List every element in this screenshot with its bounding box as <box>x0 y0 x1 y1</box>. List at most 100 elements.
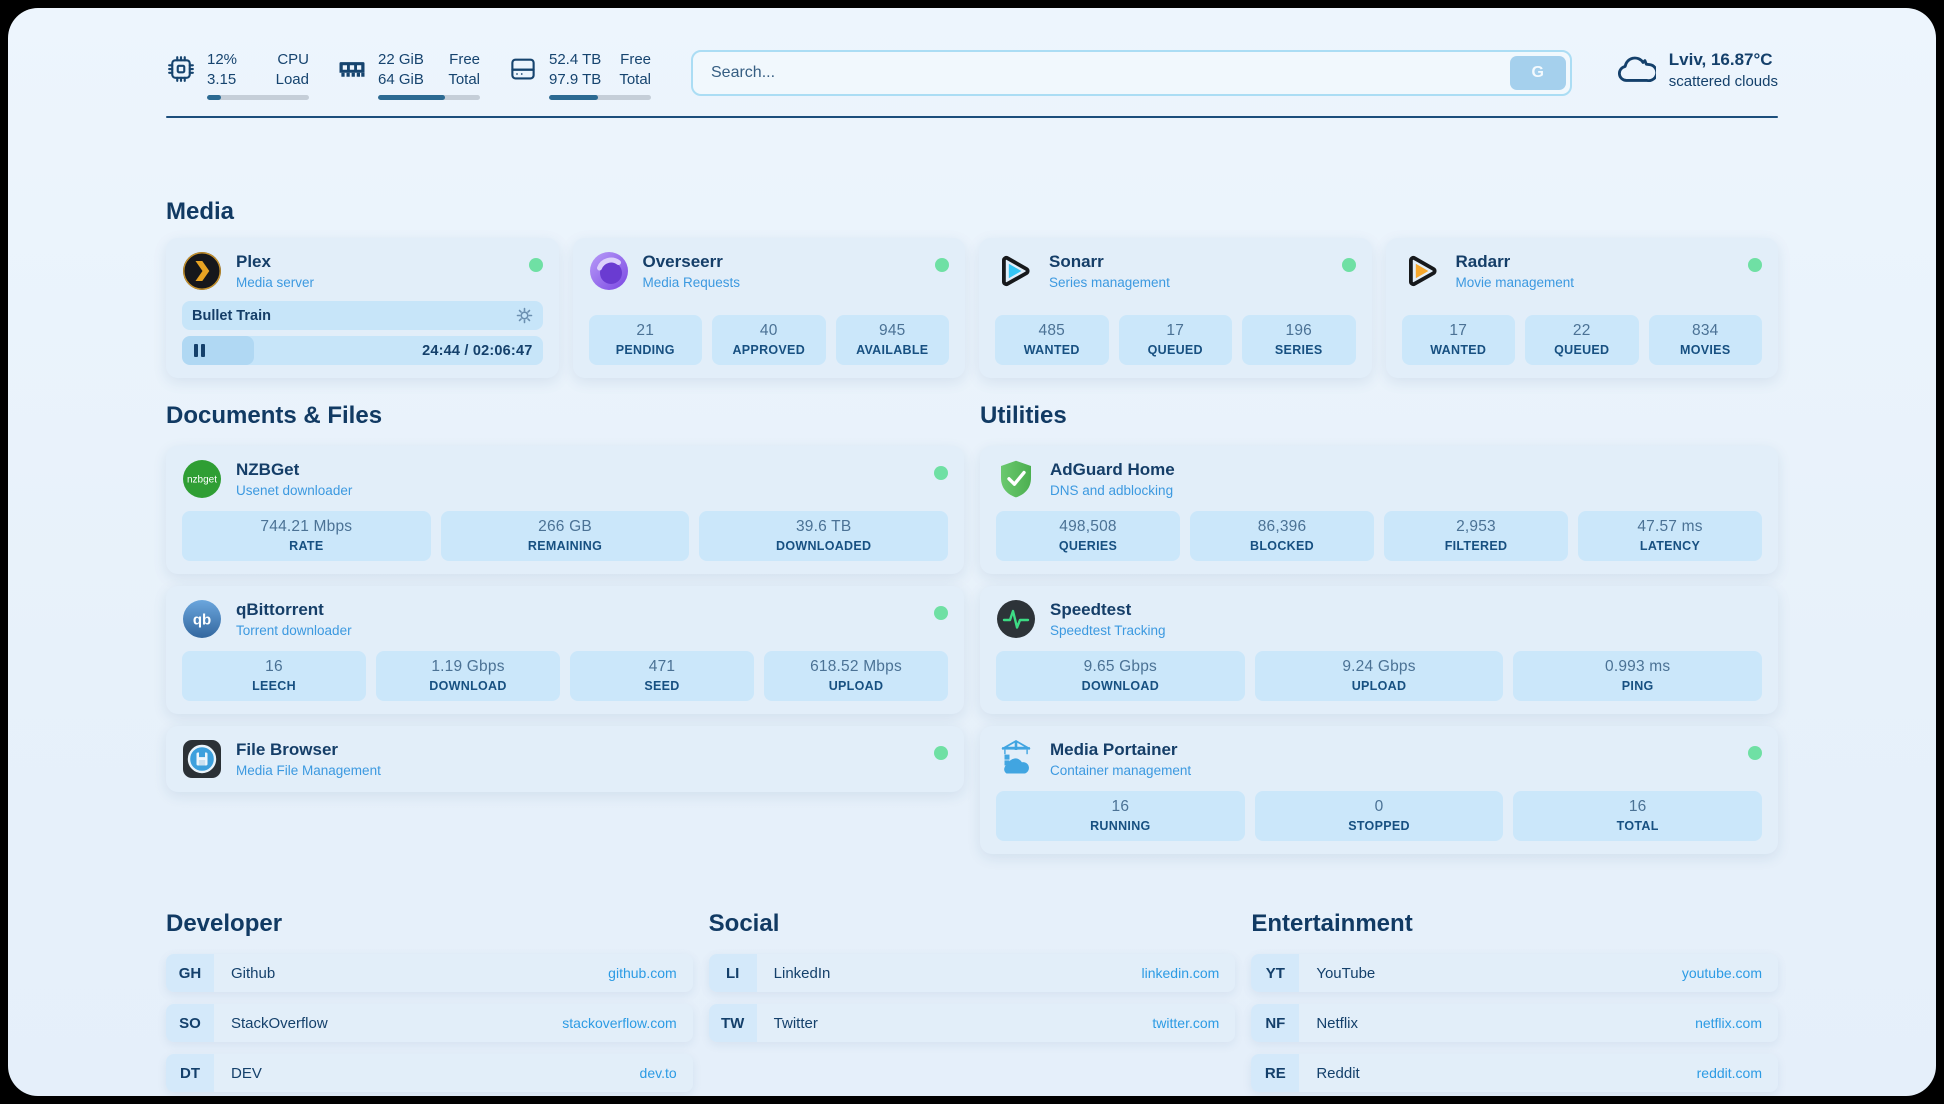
service-name: NZBGet <box>236 460 920 480</box>
svg-text:nzbget: nzbget <box>187 475 217 486</box>
service-name: AdGuard Home <box>1050 460 1762 480</box>
bookmark-url: reddit.com <box>1697 1065 1762 1081</box>
status-dot <box>934 746 948 760</box>
stat-series: 196SERIES <box>1242 315 1356 365</box>
bookmark-url: linkedin.com <box>1142 965 1220 981</box>
stat-pending: 21PENDING <box>589 315 703 365</box>
bookmark-abbr: SO <box>166 1004 214 1042</box>
service-card-sonarr[interactable]: Sonarr Series management 485WANTED 17QUE… <box>979 238 1372 378</box>
stat-total: 16TOTAL <box>1513 791 1762 841</box>
service-description: DNS and adblocking <box>1050 483 1762 498</box>
stat-filtered: 2,953FILTERED <box>1384 511 1568 561</box>
header-divider <box>166 116 1778 118</box>
service-card-nzbget[interactable]: nzbget NZBGet Usenet downloader 744.21 M… <box>166 446 964 574</box>
bookmark-abbr: NF <box>1251 1004 1299 1042</box>
adguard-icon <box>996 459 1036 499</box>
service-card-overseerr[interactable]: Overseerr Media Requests 21PENDING 40APP… <box>573 238 966 378</box>
bookmark-abbr: LI <box>709 954 757 992</box>
weather-location: Lviv, 16.87°C <box>1669 50 1778 70</box>
stat-queued: 17QUEUED <box>1119 315 1233 365</box>
dashboard-panel: 12%3.15 CPULoad <box>8 8 1936 1096</box>
bookmark-youtube[interactable]: YT YouTube youtube.com <box>1251 954 1778 992</box>
bookmark-dev[interactable]: DT DEV dev.to <box>166 1054 693 1092</box>
bookmark-name: Twitter <box>774 1015 1153 1032</box>
bookmark-netflix[interactable]: NF Netflix netflix.com <box>1251 1004 1778 1042</box>
service-name: Plex <box>236 252 515 272</box>
bookmark-url: netflix.com <box>1695 1015 1762 1031</box>
bookmark-group-developer: Developer GH Github github.com SO StackO… <box>166 910 693 1092</box>
service-card-qbittorrent[interactable]: qb qBittorrent Torrent downloader 16LEEC… <box>166 586 964 714</box>
memory-labels: FreeTotal <box>448 50 480 89</box>
section-title-media: Media <box>166 198 1778 226</box>
service-name: Overseerr <box>643 252 922 272</box>
service-card-speedtest[interactable]: Speedtest Speedtest Tracking 9.65 GbpsDO… <box>980 586 1778 714</box>
google-search-button[interactable]: G <box>1510 56 1566 90</box>
service-stats: 21PENDING 40APPROVED 945AVAILABLE <box>589 303 950 365</box>
stat-queries: 498,508QUERIES <box>996 511 1180 561</box>
middle-columns: Documents & Files nzbget NZBGet Usenet d… <box>166 402 1778 854</box>
bookmark-name: Reddit <box>1316 1065 1696 1082</box>
stat-download: 9.65 GbpsDOWNLOAD <box>996 651 1245 701</box>
bookmark-twitter[interactable]: TW Twitter twitter.com <box>709 1004 1236 1042</box>
stat-approved: 40APPROVED <box>712 315 826 365</box>
stat-upload: 9.24 GbpsUPLOAD <box>1255 651 1504 701</box>
disk-icon <box>508 54 538 84</box>
stat-wanted: 17WANTED <box>1402 315 1516 365</box>
stat-upload: 618.52 MbpsUPLOAD <box>764 651 948 701</box>
bookmark-name: Github <box>231 965 608 982</box>
bookmark-name: StackOverflow <box>231 1015 562 1032</box>
dashboard-content: 12%3.15 CPULoad <box>166 8 1778 1092</box>
filebrowser-icon <box>182 739 222 779</box>
weather-text: Lviv, 16.87°C scattered clouds <box>1669 50 1778 90</box>
bookmark-linkedin[interactable]: LI LinkedIn linkedin.com <box>709 954 1236 992</box>
service-card-radarr[interactable]: Radarr Movie management 17WANTED 22QUEUE… <box>1386 238 1779 378</box>
cpu-widget: 12%3.15 CPULoad <box>166 50 309 100</box>
bookmark-github[interactable]: GH Github github.com <box>166 954 693 992</box>
radarr-icon <box>1402 251 1442 291</box>
service-stats: 16RUNNING 0STOPPED 16TOTAL <box>996 779 1762 841</box>
stat-remaining: 266 GBREMAINING <box>441 511 690 561</box>
memory-widget: 22 GiB64 GiB FreeTotal <box>337 50 480 100</box>
top-bar: 12%3.15 CPULoad <box>166 50 1778 100</box>
cpu-icon <box>166 54 196 84</box>
bookmark-abbr: TW <box>709 1004 757 1042</box>
bookmark-stackoverflow[interactable]: SO StackOverflow stackoverflow.com <box>166 1004 693 1042</box>
service-description: Speedtest Tracking <box>1050 623 1762 638</box>
disk-values: 52.4 TB97.9 TB <box>549 50 601 89</box>
status-dot <box>1748 746 1762 760</box>
cpu-progress-bar <box>207 95 309 100</box>
weather-condition: scattered clouds <box>1669 73 1778 90</box>
stat-rate: 744.21 MbpsRATE <box>182 511 431 561</box>
service-card-adguard[interactable]: AdGuard Home DNS and adblocking 498,508Q… <box>980 446 1778 574</box>
media-cards-row: Plex Media server Bullet Train <box>166 238 1778 378</box>
section-utilities: Utilities AdGuard Home DNS and adblockin… <box>980 402 1778 854</box>
service-card-plex[interactable]: Plex Media server Bullet Train <box>166 238 559 378</box>
stat-ping: 0.993 msPING <box>1513 651 1762 701</box>
bookmark-reddit[interactable]: RE Reddit reddit.com <box>1251 1054 1778 1092</box>
section-documents: Documents & Files nzbget NZBGet Usenet d… <box>166 402 964 854</box>
section-title-utilities: Utilities <box>980 402 1778 430</box>
section-title-documents: Documents & Files <box>166 402 964 430</box>
bookmarks-section: Developer GH Github github.com SO StackO… <box>166 910 1778 1092</box>
stat-download: 1.19 GbpsDOWNLOAD <box>376 651 560 701</box>
search-input[interactable] <box>691 50 1572 96</box>
plex-media-title-row: Bullet Train <box>182 301 543 330</box>
status-dot <box>529 258 543 272</box>
disk-widget: 52.4 TB97.9 TB FreeTotal <box>508 50 651 100</box>
section-title-social: Social <box>709 910 1236 938</box>
service-stats: 9.65 GbpsDOWNLOAD 9.24 GbpsUPLOAD 0.993 … <box>996 639 1762 701</box>
qbittorrent-icon: qb <box>182 599 222 639</box>
service-description: Media File Management <box>236 763 920 778</box>
bookmark-group-social: Social LI LinkedIn linkedin.com TW Twitt… <box>709 910 1236 1092</box>
stat-available: 945AVAILABLE <box>836 315 950 365</box>
portainer-icon <box>996 739 1036 779</box>
stat-blocked: 86,396BLOCKED <box>1190 511 1374 561</box>
plex-progress-bar: 24:44 / 02:06:47 <box>182 336 543 365</box>
settings-icon[interactable] <box>516 307 533 324</box>
bookmark-abbr: GH <box>166 954 214 992</box>
disk-labels: FreeTotal <box>619 50 651 89</box>
service-name: File Browser <box>236 740 920 760</box>
service-card-portainer[interactable]: Media Portainer Container management 16R… <box>980 726 1778 854</box>
service-card-filebrowser[interactable]: File Browser Media File Management <box>166 726 964 792</box>
stat-latency: 47.57 msLATENCY <box>1578 511 1762 561</box>
